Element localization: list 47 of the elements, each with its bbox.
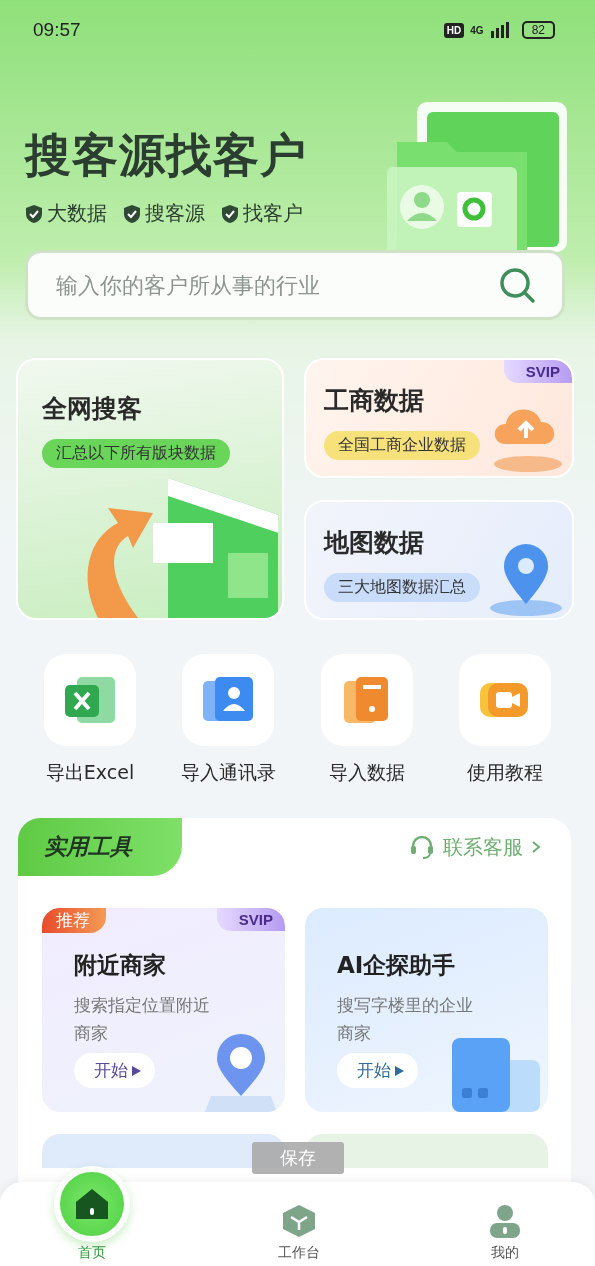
- feature-card[interactable]: 全网搜客 汇总以下所有版块数据: [16, 358, 284, 620]
- card-title: 工商数据: [324, 385, 424, 417]
- card-title: 地图数据: [324, 527, 424, 559]
- shield-check-icon: [123, 203, 141, 224]
- card-subtitle: 汇总以下所有版块数据: [42, 439, 230, 468]
- feature-card[interactable]: 地图数据 三大地图数据汇总: [304, 500, 574, 620]
- search-icon: [498, 266, 536, 304]
- hero-tag: 大数据: [47, 200, 107, 227]
- recommend-badge: 推荐: [42, 908, 106, 933]
- feature-card[interactable]: SVIP 工商数据 全国工商企业数据: [304, 358, 574, 478]
- hero-tag: 搜客源: [145, 200, 205, 227]
- tool-title: 附近商家: [74, 951, 166, 980]
- cube-icon: [281, 1204, 316, 1238]
- card-subtitle: 全国工商企业数据: [324, 431, 480, 460]
- save-toast: 保存: [251, 1142, 344, 1174]
- chevron-right-icon: [531, 840, 541, 854]
- card-subtitle: 三大地图数据汇总: [324, 573, 480, 602]
- tool-description: 搜索指定位置附近商家: [74, 994, 211, 1045]
- hero-tag: 找客户: [243, 200, 303, 227]
- shield-check-icon: [25, 203, 43, 224]
- headset-icon: [409, 834, 435, 860]
- shield-check-icon: [221, 203, 239, 224]
- section-title: 实用工具: [18, 818, 182, 876]
- tab-item[interactable]: 工作台: [250, 1204, 347, 1266]
- tool-card[interactable]: 推荐 SVIP 附近商家 搜索指定位置附近商家 开始: [42, 908, 285, 1112]
- start-button[interactable]: 开始: [74, 1053, 155, 1088]
- svip-badge: SVIP: [503, 360, 572, 383]
- tool-description: 搜写字楼里的企业商家: [337, 994, 474, 1045]
- person-icon: [488, 1204, 522, 1238]
- spreadsheet-icon: [63, 675, 117, 725]
- card-title: 全网搜客: [42, 393, 142, 425]
- svip-badge: SVIP: [216, 908, 285, 931]
- play-icon: [395, 1065, 404, 1076]
- search-bar[interactable]: 输入你的客户所从事的行业: [25, 250, 565, 320]
- search-field[interactable]: 输入你的客户所从事的行业: [54, 271, 498, 299]
- network-type: 4G: [470, 24, 484, 36]
- home-icon: [75, 1188, 109, 1220]
- battery-level: 82: [521, 21, 555, 39]
- tool-title: AI企探助手: [337, 951, 456, 980]
- hero-title: 搜客源找客户: [25, 132, 307, 178]
- tab-item[interactable]: 我的: [457, 1204, 553, 1266]
- hd-indicator: HD: [443, 22, 465, 38]
- start-button[interactable]: 开始: [337, 1053, 418, 1088]
- status-time: 09:57: [33, 19, 81, 41]
- tool-card[interactable]: AI企探助手 搜写字楼里的企业商家 开始: [305, 908, 548, 1112]
- play-icon: [132, 1065, 141, 1076]
- signal-icon: [489, 22, 510, 38]
